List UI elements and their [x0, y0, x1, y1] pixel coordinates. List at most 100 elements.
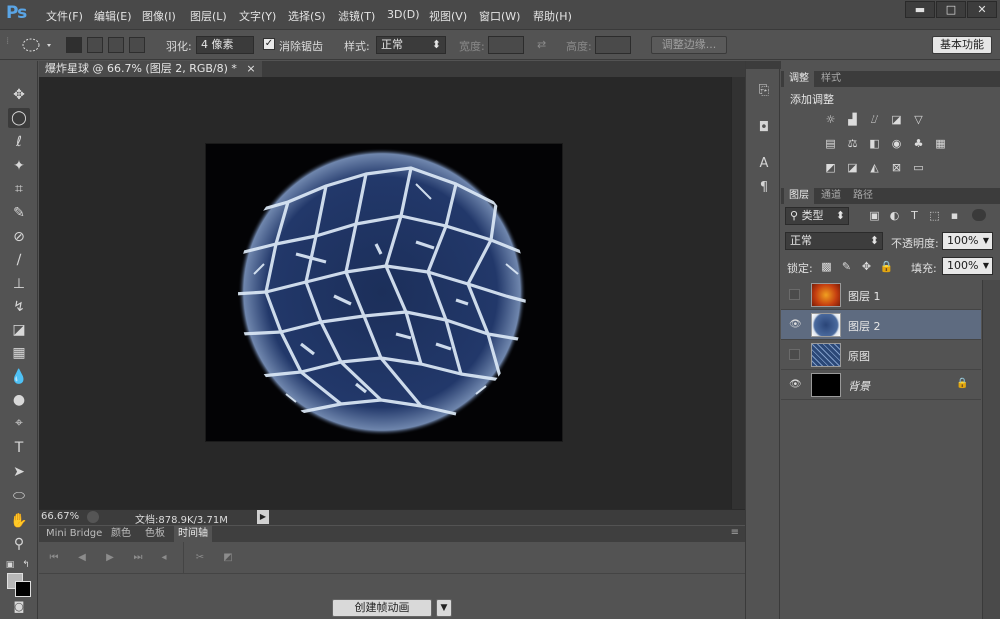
brightness-icon[interactable]: ☼ — [823, 113, 838, 126]
move-tool-icon[interactable]: ✥ — [8, 85, 30, 105]
dodge-tool-icon[interactable]: ● — [8, 390, 30, 410]
lock-all-icon[interactable]: 🔒 — [879, 260, 894, 273]
lasso-tool-icon[interactable]: ℓ — [8, 132, 30, 152]
document-tab[interactable]: 爆炸星球 @ 66.7% (图层 2, RGB/8) * × — [39, 61, 262, 77]
tab-swatches[interactable]: 色板 — [141, 526, 169, 542]
eye-icon[interactable]: 👁 — [789, 319, 802, 331]
tab-styles[interactable]: 样式 — [816, 71, 846, 87]
menu-select[interactable]: 选择(S) — [288, 8, 326, 24]
filter-adjustment-icon[interactable]: ◐ — [887, 209, 902, 222]
create-frame-animation-button[interactable]: 创建帧动画 — [332, 599, 432, 617]
menu-file[interactable]: 文件(F) — [46, 8, 83, 24]
height-input[interactable] — [595, 36, 631, 54]
layers-scrollbar[interactable] — [982, 280, 1000, 619]
color-lookup-icon[interactable]: ▦ — [933, 137, 948, 150]
swap-colors-icon[interactable]: ↰ — [20, 555, 32, 575]
blur-tool-icon[interactable]: 💧 — [8, 367, 30, 387]
photo-filter-icon[interactable]: ◉ — [889, 137, 904, 150]
healing-brush-tool-icon[interactable]: ⊘ — [8, 227, 30, 247]
menu-layer[interactable]: 图层(L) — [190, 8, 227, 24]
vibrance-icon[interactable]: ▽ — [911, 113, 926, 126]
gradient-map-icon[interactable]: ▭ — [911, 161, 926, 174]
channel-mixer-icon[interactable]: ♣ — [911, 137, 926, 150]
lock-pixels-icon[interactable]: ✎ — [839, 260, 854, 273]
intersect-selection-button[interactable] — [129, 37, 145, 53]
layer-row[interactable]: 👁 背景 🔒 — [781, 370, 981, 400]
hand-tool-icon[interactable]: ✋ — [8, 511, 30, 531]
first-frame-icon[interactable]: ⏮ — [47, 551, 61, 565]
threshold-icon[interactable]: ◭ — [867, 161, 882, 174]
workspace-button[interactable]: 基本功能 — [932, 36, 992, 54]
eye-icon[interactable]: 👁 — [789, 379, 802, 391]
gradient-tool-icon[interactable]: ▦ — [8, 343, 30, 363]
lock-position-icon[interactable]: ✥ — [859, 260, 874, 273]
document-canvas[interactable] — [206, 144, 562, 441]
path-select-tool-icon[interactable]: ➤ — [8, 462, 30, 482]
default-colors-icon[interactable]: ▣ — [4, 555, 16, 575]
fill-input[interactable]: 100% ▼ — [942, 257, 993, 275]
new-selection-button[interactable] — [66, 37, 82, 53]
tab-adjustments[interactable]: 调整 — [784, 71, 814, 87]
tab-paths[interactable]: 路径 — [848, 188, 878, 204]
subtract-selection-button[interactable] — [108, 37, 124, 53]
panel-menu-icon[interactable]: ≡ — [731, 527, 739, 538]
menu-type[interactable]: 文字(Y) — [239, 8, 276, 24]
refine-edge-button[interactable]: 调整边缘... — [651, 36, 727, 54]
add-selection-button[interactable] — [87, 37, 103, 53]
style-select[interactable]: 正常 ⬍ — [376, 36, 446, 54]
close-button[interactable]: ✕ — [967, 1, 997, 18]
tab-color[interactable]: 颜色 — [107, 526, 135, 542]
layer-filter-select[interactable]: ⚲ 类型 ⬍ — [785, 207, 849, 225]
curves-icon[interactable]: ⌰ — [867, 113, 882, 126]
eraser-tool-icon[interactable]: ◪ — [8, 320, 30, 340]
tab-channels[interactable]: 通道 — [816, 188, 846, 204]
menu-edit[interactable]: 编辑(E) — [94, 8, 132, 24]
menu-3d[interactable]: 3D(D) — [387, 8, 420, 21]
stamp-tool-icon[interactable]: ⊥ — [8, 274, 30, 294]
properties-panel-icon[interactable]: ◘ — [755, 119, 773, 137]
tab-close-icon[interactable]: × — [246, 62, 255, 75]
minimize-button[interactable]: ▬ — [905, 1, 935, 18]
lock-transparent-icon[interactable]: ▩ — [819, 260, 834, 273]
width-input[interactable] — [488, 36, 524, 54]
magic-wand-tool-icon[interactable]: ✦ — [8, 156, 30, 176]
invert-icon[interactable]: ◩ — [823, 161, 838, 174]
quick-mask-icon[interactable]: ◙ — [8, 597, 30, 617]
filter-shape-icon[interactable]: ⬚ — [927, 209, 942, 222]
filter-pixel-icon[interactable]: ▣ — [867, 209, 882, 222]
create-animation-dropdown[interactable]: ▼ — [436, 599, 452, 617]
menu-help[interactable]: 帮助(H) — [533, 8, 572, 24]
tab-timeline[interactable]: 时间轴 — [174, 526, 212, 542]
blend-mode-select[interactable]: 正常 ⬍ — [785, 232, 883, 250]
tab-layers[interactable]: 图层 — [784, 188, 814, 204]
filter-type-icon[interactable]: T — [907, 209, 922, 222]
selective-color-icon[interactable]: ⊠ — [889, 161, 904, 174]
visibility-toggle[interactable] — [789, 289, 800, 300]
color-balance-icon[interactable]: ⚖ — [845, 137, 860, 150]
vertical-scrollbar[interactable] — [731, 77, 745, 509]
transition-icon[interactable]: ◩ — [221, 551, 235, 565]
menu-image[interactable]: 图像(I) — [142, 8, 176, 24]
status-menu-arrow-icon[interactable]: ▶ — [257, 510, 269, 524]
tool-preset-picker[interactable] — [18, 36, 58, 54]
prev-frame-icon[interactable]: ◀ — [75, 551, 89, 565]
brush-tool-icon[interactable]: ∕ — [8, 250, 30, 270]
type-tool-icon[interactable]: T — [8, 438, 30, 458]
menu-window[interactable]: 窗口(W) — [479, 8, 520, 24]
zoom-level[interactable]: 66.67% — [41, 511, 79, 522]
maximize-button[interactable]: □ — [936, 1, 966, 18]
layer-row[interactable]: 原图 — [781, 340, 981, 370]
crop-tool-icon[interactable]: ⌗ — [8, 179, 30, 199]
next-frame-icon[interactable]: ⏭ — [131, 551, 145, 565]
history-panel-icon[interactable]: ⎘ — [755, 82, 773, 100]
zoom-tool-icon[interactable]: ⚲ — [8, 534, 30, 554]
history-brush-tool-icon[interactable]: ↯ — [8, 297, 30, 317]
menu-view[interactable]: 视图(V) — [429, 8, 467, 24]
levels-icon[interactable]: ▟ — [845, 113, 860, 126]
paragraph-panel-icon[interactable]: ¶ — [755, 179, 773, 197]
menu-filter[interactable]: 滤镜(T) — [338, 8, 375, 24]
canvas-area[interactable] — [39, 77, 745, 509]
pen-tool-icon[interactable]: ⌖ — [8, 413, 30, 433]
visibility-toggle[interactable] — [789, 349, 800, 360]
black-white-icon[interactable]: ◧ — [867, 137, 882, 150]
